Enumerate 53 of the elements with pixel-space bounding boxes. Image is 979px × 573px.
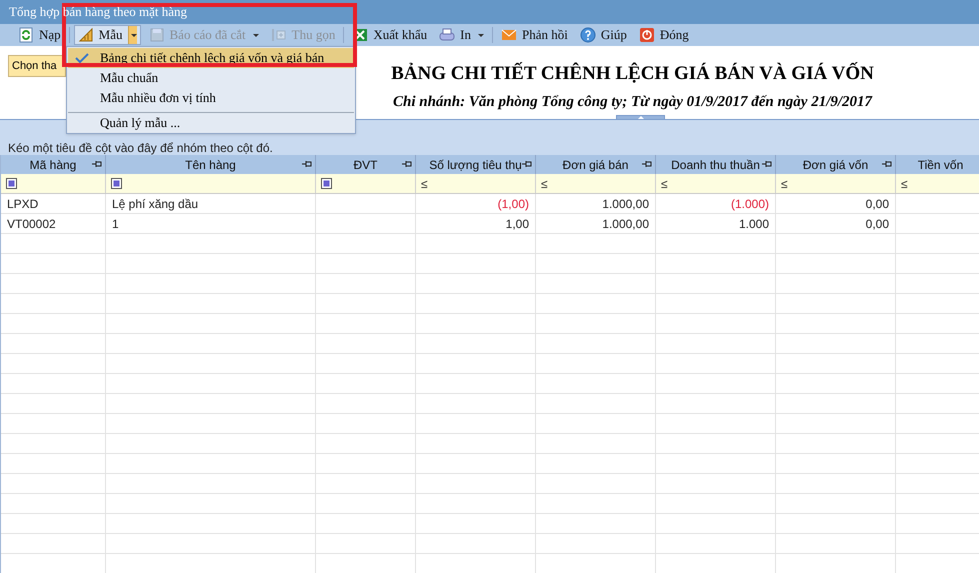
check-icon: [75, 53, 89, 63]
toolbar-button[interactable]: Phản hồi: [497, 25, 572, 45]
report-title: BẢNG CHI TIẾT CHÊNH LỆCH GIÁ BÁN VÀ GIÁ VỐN: [391, 61, 874, 86]
toolbar-button[interactable]: Đóng: [634, 25, 693, 45]
toolbar-button[interactable]: Nạp: [14, 25, 65, 45]
table-cell: (1,00): [416, 194, 536, 213]
filter-operator[interactable]: ≤: [901, 174, 908, 192]
table-cell: (1.000): [656, 194, 776, 213]
table-cell: Lệ phí xăng dầu: [106, 194, 316, 213]
toolbar-button[interactable]: In: [435, 25, 488, 45]
toolbar-button[interactable]: Giúp: [576, 25, 631, 45]
filter-operator[interactable]: ≤: [541, 174, 548, 192]
group-hint: Kéo một tiêu đề cột vào đây để nhóm theo cột đó.: [8, 140, 273, 157]
menu-item[interactable]: Quản lý mẫu ...: [68, 112, 354, 132]
table-cell: 1.000,00: [536, 214, 656, 233]
toolbar-button[interactable]: Mẫu: [74, 25, 141, 45]
pin-icon[interactable]: [642, 160, 652, 168]
caret-icon: [130, 34, 137, 36]
report-subtitle: Chi nhánh: Văn phòng Tổng công ty; Từ ngày 01/9/2017 đến ngày 21/9/2017: [392, 92, 872, 112]
pin-icon[interactable]: [522, 160, 532, 168]
printer-icon: [439, 27, 456, 43]
menu-item[interactable]: Mẫu nhiều đơn vị tính: [68, 88, 354, 108]
pin-icon[interactable]: [402, 160, 412, 168]
pin-icon[interactable]: [882, 160, 892, 168]
collapse-icon: [270, 27, 287, 43]
collapse-handle[interactable]: [616, 115, 665, 120]
envelope-icon: [501, 27, 518, 43]
filter-square-icon[interactable]: [111, 178, 122, 189]
table-cell: 1,00: [416, 214, 536, 233]
caret-icon: [478, 34, 484, 36]
ruler-triangle-icon: [78, 27, 94, 43]
table-cell: 0,00: [776, 214, 896, 233]
parameters-button[interactable]: Chọn tha: [8, 55, 66, 77]
filter-square-icon[interactable]: [6, 178, 17, 189]
table-cell: VT00002: [1, 214, 106, 233]
pin-icon[interactable]: [302, 160, 312, 168]
table-cell: 0,00: [776, 194, 896, 213]
filter-operator[interactable]: ≤: [661, 174, 668, 192]
table-cell: 1.000,00: [536, 194, 656, 213]
table-cell: 1.000: [656, 214, 776, 233]
caret-icon: [252, 34, 259, 36]
table-cell: LPXD: [1, 194, 106, 213]
table-cell: 1: [106, 214, 316, 233]
filter-operator[interactable]: ≤: [421, 174, 428, 192]
menu-item[interactable]: Mẫu chuẩn: [68, 68, 354, 88]
filter-operator[interactable]: ≤: [781, 174, 788, 192]
pin-icon[interactable]: [92, 160, 102, 168]
filter-square-icon[interactable]: [321, 178, 332, 189]
help-icon: [580, 27, 596, 43]
toolbar-button[interactable]: Xuất khẩu: [348, 25, 432, 45]
pin-icon[interactable]: [762, 160, 772, 168]
refresh-icon: [18, 27, 34, 43]
power-icon: [638, 27, 655, 43]
